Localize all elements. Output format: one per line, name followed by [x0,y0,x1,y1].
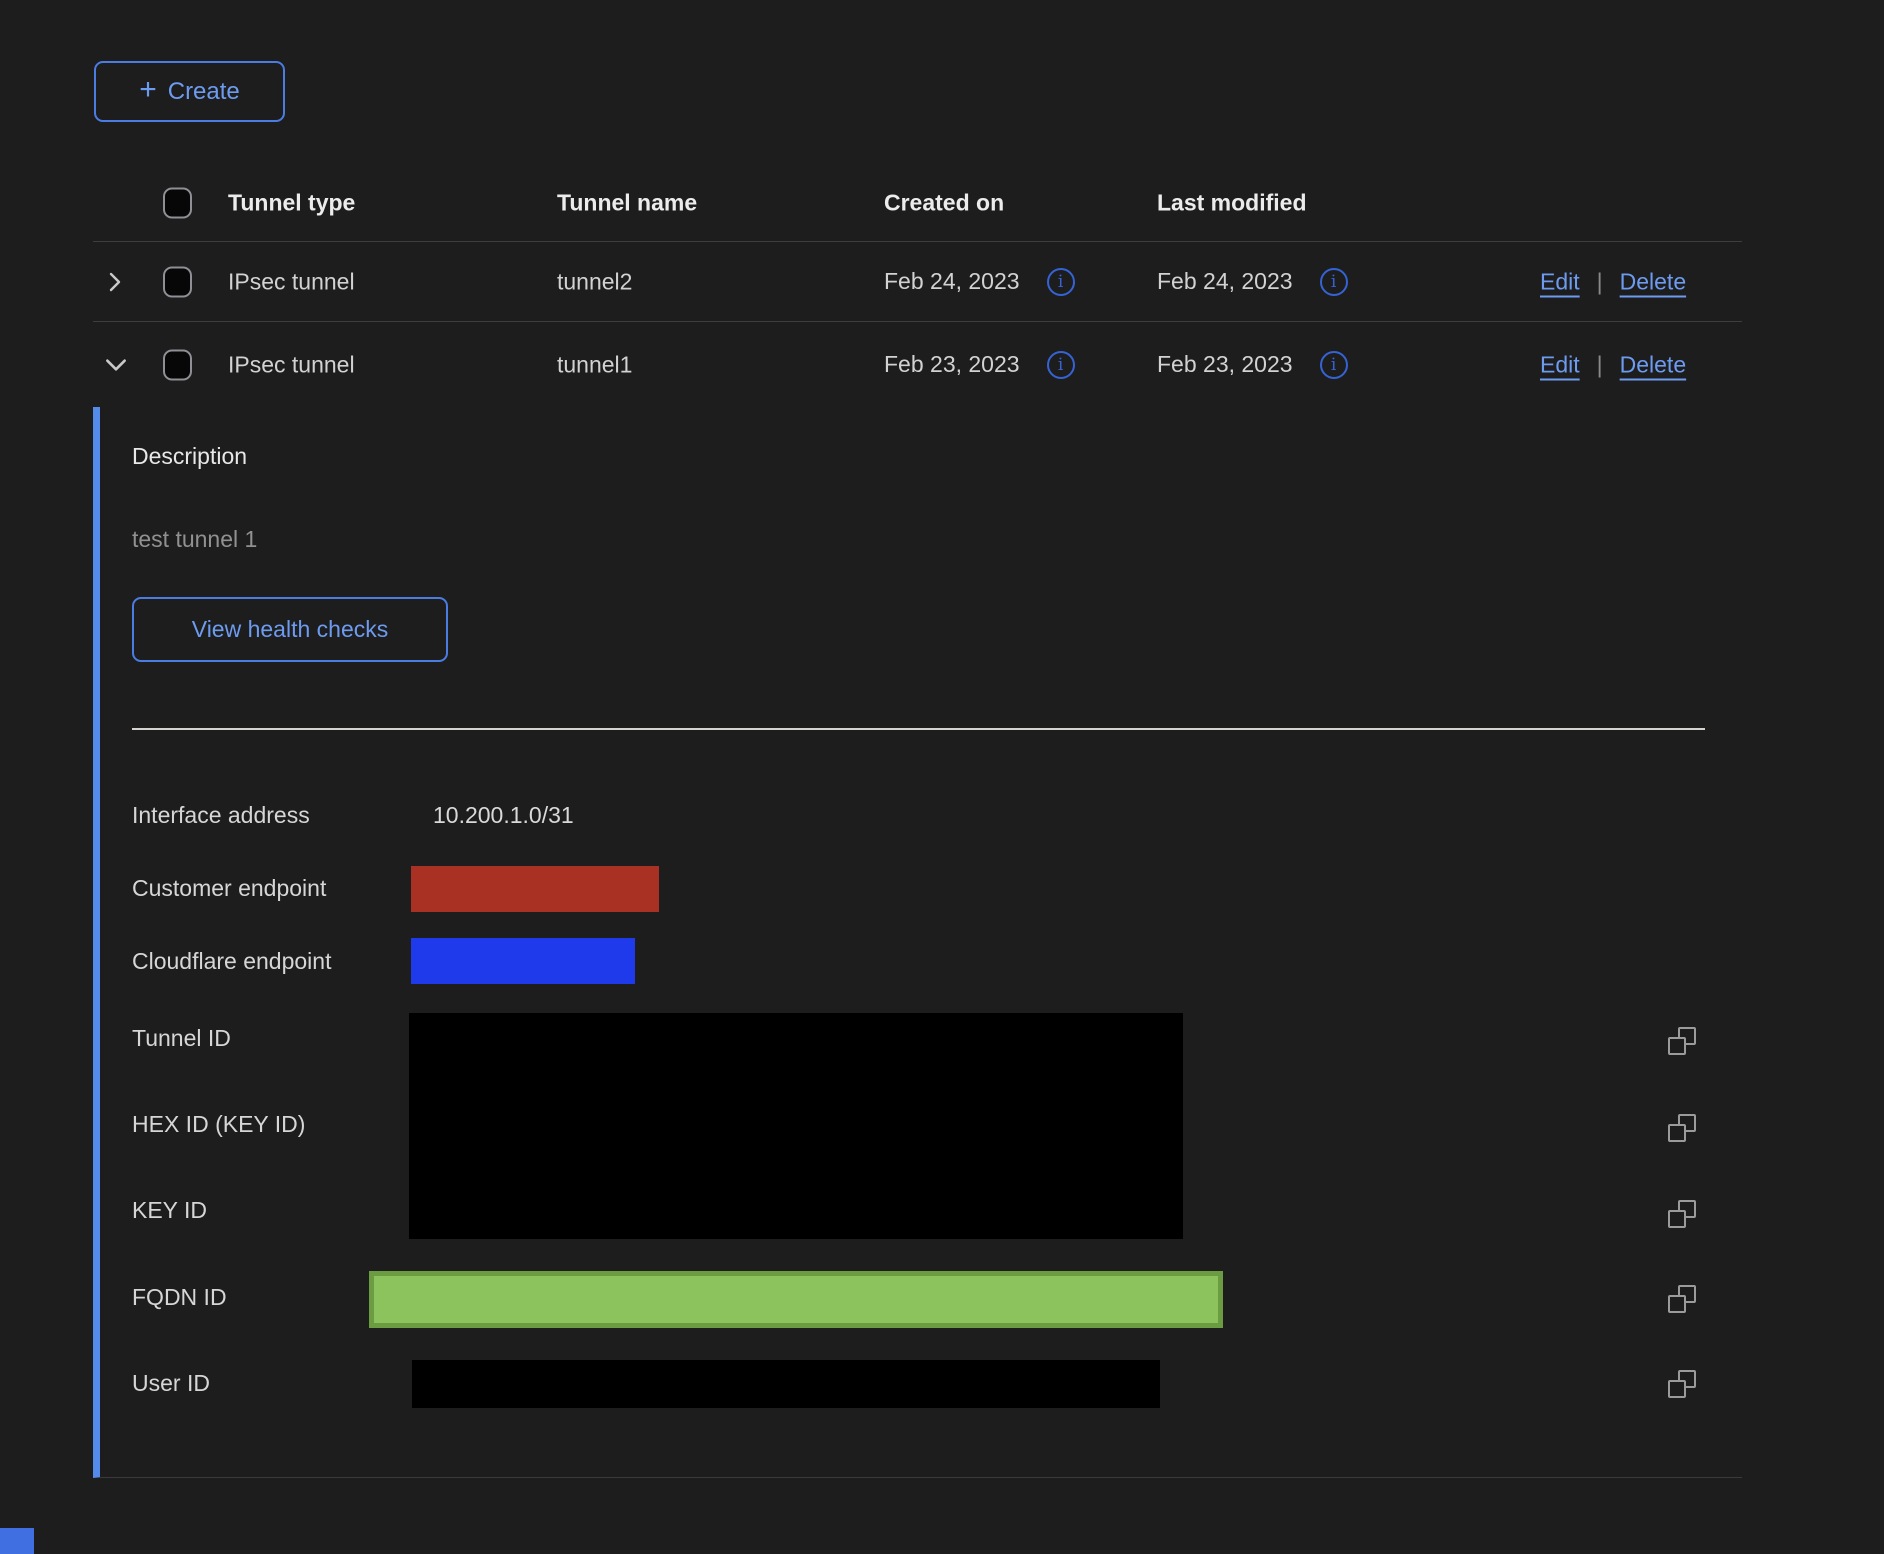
edit-link[interactable]: Edit [1540,351,1580,378]
cloudflare-endpoint-redaction [411,938,635,984]
copy-icon-front-square [1668,1037,1686,1055]
info-icon[interactable]: i [1047,351,1075,379]
tunnel-details-panel: Description test tunnel 1 View health ch… [93,407,1742,1478]
copy-icon-front-square [1668,1380,1686,1398]
description-value: test tunnel 1 [132,526,257,553]
last-modified-cell: Feb 24, 2023 [1157,268,1293,295]
actions-separator: | [1597,268,1603,295]
interface-address-label: Interface address [132,802,310,829]
created-on-cell: Feb 24, 2023 [884,268,1020,295]
tunnel-type-cell: IPsec tunnel [228,351,355,378]
table-row: IPsec tunnel tunnel2 Feb 24, 2023 i Feb … [93,242,1742,322]
section-divider [132,728,1705,730]
tunnels-page: + Create Tunnel type Tunnel name Created… [0,0,1884,1554]
header-tunnel-type: Tunnel type [228,190,355,217]
fqdn-id-redaction [369,1271,1223,1328]
copy-icon-front-square [1668,1295,1686,1313]
user-id-label: User ID [132,1370,210,1397]
create-button-label: Create [168,78,240,106]
user-id-redaction [412,1360,1160,1408]
cloudflare-endpoint-label: Cloudflare endpoint [132,948,331,975]
copy-icon[interactable] [1668,1200,1696,1228]
header-created-on: Created on [884,190,1004,217]
tunnel-type-cell: IPsec tunnel [228,268,355,295]
info-icon[interactable]: i [1047,268,1075,296]
tunnel-name-cell: tunnel1 [557,351,632,378]
actions-separator: | [1597,351,1603,378]
key-id-label: KEY ID [132,1197,207,1224]
customer-endpoint-redaction [411,866,659,912]
view-health-checks-button[interactable]: View health checks [132,597,448,662]
table-row: IPsec tunnel tunnel1 Feb 23, 2023 i Feb … [93,322,1742,407]
fqdn-id-label: FQDN ID [132,1284,227,1311]
collapse-chevron-down-icon[interactable] [103,350,133,380]
copy-icon[interactable] [1668,1370,1696,1398]
copy-icon-front-square [1668,1124,1686,1142]
create-button[interactable]: + Create [94,61,285,122]
hex-id-label: HEX ID (KEY ID) [132,1111,305,1138]
row-checkbox[interactable] [163,266,192,297]
tunnel-id-label: Tunnel ID [132,1025,231,1052]
info-icon[interactable]: i [1320,351,1348,379]
edit-link[interactable]: Edit [1540,268,1580,295]
copy-icon[interactable] [1668,1285,1696,1313]
info-icon[interactable]: i [1320,268,1348,296]
copy-icon-front-square [1668,1210,1686,1228]
select-all-checkbox[interactable] [163,188,192,219]
header-last-modified: Last modified [1157,190,1307,217]
customer-endpoint-label: Customer endpoint [132,875,326,902]
tunnel-name-cell: tunnel2 [557,268,632,295]
description-heading: Description [132,443,247,470]
bottom-left-blue-fragment [0,1528,34,1554]
plus-icon: + [139,75,157,105]
copy-icon[interactable] [1668,1114,1696,1142]
expand-chevron-right-icon[interactable] [103,267,133,297]
header-tunnel-name: Tunnel name [557,190,697,217]
row-checkbox[interactable] [163,349,192,380]
delete-link[interactable]: Delete [1620,351,1686,378]
interface-address-value: 10.200.1.0/31 [433,802,574,829]
created-on-cell: Feb 23, 2023 [884,351,1020,378]
table-header-row: Tunnel type Tunnel name Created on Last … [93,165,1742,242]
last-modified-cell: Feb 23, 2023 [1157,351,1293,378]
copy-icon[interactable] [1668,1027,1696,1055]
delete-link[interactable]: Delete [1620,268,1686,295]
ids-redaction [409,1013,1183,1239]
